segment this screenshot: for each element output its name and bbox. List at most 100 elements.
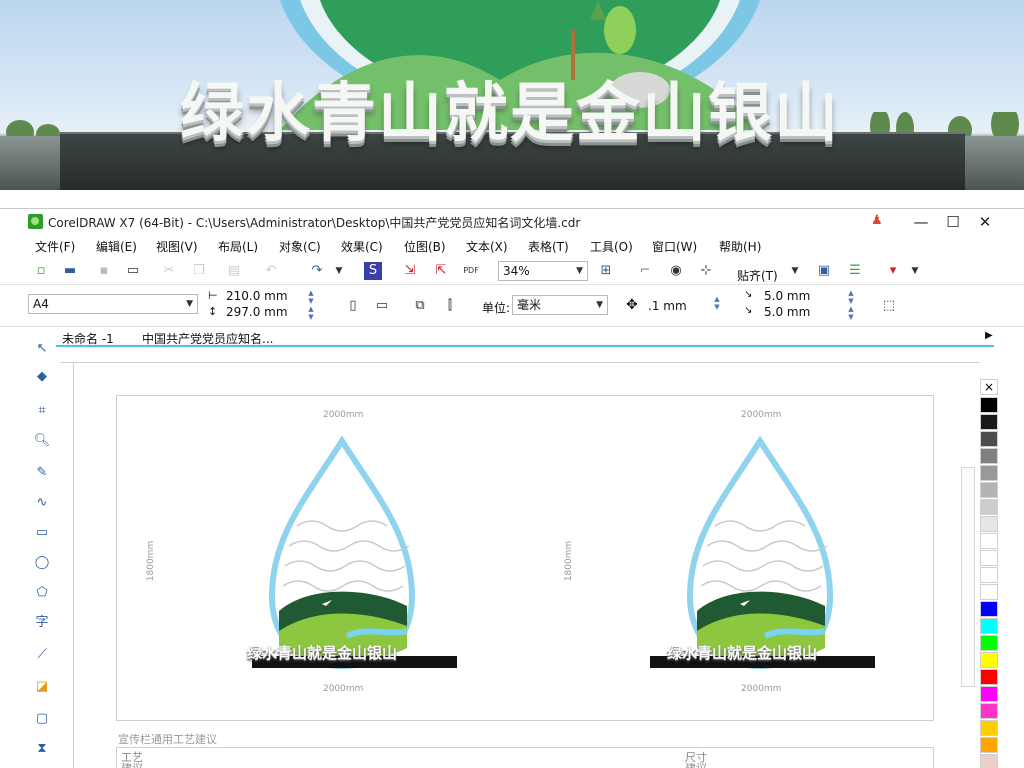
color-swatch[interactable] [980, 635, 998, 651]
show-guidelines-icon[interactable]: ⊹ [697, 262, 715, 280]
redo-dropdown-icon[interactable]: ▼ [330, 262, 348, 280]
color-swatch[interactable] [980, 584, 998, 600]
redo-icon[interactable]: ↷ [308, 262, 326, 280]
color-swatch[interactable] [980, 482, 998, 498]
menu-table[interactable]: 表格(T) [528, 238, 569, 255]
tab-scroll-right-icon[interactable]: ▶ [985, 330, 993, 341]
color-swatch[interactable] [980, 754, 998, 768]
menu-edit[interactable]: 编辑(E) [96, 238, 137, 255]
color-swatch[interactable] [980, 703, 998, 719]
options-dropdown-icon[interactable]: ▼ [906, 262, 924, 280]
color-swatch[interactable] [980, 499, 998, 515]
options-icon[interactable]: ▾ [884, 262, 902, 280]
color-swatch[interactable] [980, 652, 998, 668]
no-fill-swatch[interactable]: × [980, 379, 998, 395]
application-launcher-icon[interactable]: ☰ [846, 262, 864, 280]
color-swatch[interactable] [980, 567, 998, 583]
color-swatch[interactable] [980, 465, 998, 481]
polygon-tool-icon[interactable]: ⬠ [32, 583, 52, 603]
copy-icon[interactable]: ❐ [190, 262, 208, 280]
export-icon[interactable]: ⇱ [432, 262, 450, 280]
open-folder-icon[interactable]: ▬ [61, 262, 79, 280]
height-stepper-icon[interactable]: ▲ ▼ [306, 305, 316, 321]
show-rulers-icon[interactable]: ⌐ [636, 262, 654, 280]
color-swatch[interactable] [980, 669, 998, 685]
page-size-select[interactable]: A4 ▼ [28, 294, 198, 314]
color-swatch[interactable] [980, 448, 998, 464]
vertical-ruler[interactable] [60, 363, 74, 768]
save-icon[interactable]: ▪ [95, 262, 113, 280]
color-swatch[interactable] [980, 601, 998, 617]
color-swatch[interactable] [980, 618, 998, 634]
page-height-field[interactable]: 297.0 mm [226, 305, 288, 319]
interactive-fill-icon[interactable]: ◪ [32, 677, 52, 697]
duplicate-distance-x-field[interactable]: 5.0 mm [764, 289, 810, 303]
width-stepper-icon[interactable]: ▲ ▼ [306, 289, 316, 305]
color-swatch[interactable] [980, 397, 998, 413]
import-icon[interactable]: ⇲ [401, 262, 419, 280]
zoom-level-select[interactable]: 34% ▼ [498, 261, 588, 281]
search-content-icon[interactable]: S [364, 262, 382, 280]
menu-effects[interactable]: 效果(C) [341, 238, 383, 255]
new-document-icon[interactable]: ▫ [32, 262, 50, 280]
menu-text[interactable]: 文本(X) [466, 238, 508, 255]
all-pages-icon[interactable]: ⧉ [411, 297, 429, 315]
undo-icon[interactable]: ↶ [262, 262, 280, 280]
print-icon[interactable]: ▭ [124, 262, 142, 280]
color-swatch[interactable] [980, 431, 998, 447]
vertical-scrollbar[interactable] [961, 467, 975, 687]
page-width-field[interactable]: 210.0 mm [226, 289, 288, 303]
crop-tool-icon[interactable]: ⌗ [32, 401, 52, 421]
zoom-tool-icon[interactable]: 🔍︎ [32, 431, 52, 451]
menu-bitmaps[interactable]: 位图(B) [404, 238, 446, 255]
transparency-tool-icon[interactable]: ▢ [32, 709, 52, 729]
user-icon[interactable]: ♟ [871, 213, 885, 229]
maximize-button[interactable]: ☐ [940, 211, 966, 233]
duplicate-distance-y-field[interactable]: 5.0 mm [764, 305, 810, 319]
color-swatch[interactable] [980, 737, 998, 753]
freehand-tool-icon[interactable]: ✎ [32, 463, 52, 483]
color-swatch[interactable] [980, 686, 998, 702]
dimension-tool-icon[interactable]: ⟋ [32, 645, 52, 665]
welcome-screen-icon[interactable]: ▣ [815, 262, 833, 280]
menu-help[interactable]: 帮助(H) [719, 238, 761, 255]
rectangle-tool-icon[interactable]: ▭ [32, 523, 52, 543]
color-swatch[interactable] [980, 414, 998, 430]
publish-pdf-icon[interactable]: PDF [462, 262, 480, 280]
menu-tools[interactable]: 工具(O) [590, 238, 633, 255]
color-swatch[interactable] [980, 516, 998, 532]
color-swatch[interactable] [980, 720, 998, 736]
units-options-icon[interactable]: ⬚ [880, 297, 898, 315]
full-screen-icon[interactable]: ⊞ [597, 262, 615, 280]
text-tool-icon[interactable]: 字 [32, 613, 52, 633]
units-select[interactable]: 毫米 ▼ [512, 295, 608, 315]
shape-tool-icon[interactable]: ◆ [32, 367, 52, 387]
nudge-stepper-icon[interactable]: ▲ ▼ [712, 295, 722, 311]
menu-object[interactable]: 对象(C) [279, 238, 321, 255]
nudge-distance-field[interactable]: .1 mm [648, 299, 687, 313]
drawing-canvas[interactable]: 2000mm 2000mm 1800mm 2000mm 2000mm 1800m… [76, 363, 976, 768]
menu-window[interactable]: 窗口(W) [652, 238, 697, 255]
cut-icon[interactable]: ✂ [160, 262, 178, 280]
snap-dropdown-icon[interactable]: ▼ [786, 262, 804, 280]
artistic-media-icon[interactable]: ∿ [32, 493, 52, 513]
close-button[interactable]: ✕ [972, 211, 998, 233]
portrait-icon[interactable]: ▯ [344, 297, 362, 315]
color-swatch[interactable] [980, 533, 998, 549]
snap-to-label[interactable]: 贴齐(T) [737, 267, 778, 284]
show-grid-icon[interactable]: ◉ [667, 262, 685, 280]
dup-y-stepper-icon[interactable]: ▲ ▼ [846, 305, 856, 321]
paste-icon[interactable]: ▤ [225, 262, 243, 280]
landscape-icon[interactable]: ▭ [373, 297, 391, 315]
document-page[interactable]: 2000mm 2000mm 1800mm 2000mm 2000mm 1800m… [116, 395, 934, 721]
ellipse-tool-icon[interactable]: ◯ [32, 553, 52, 573]
horizontal-ruler[interactable] [60, 349, 980, 363]
dup-x-stepper-icon[interactable]: ▲ ▼ [846, 289, 856, 305]
eyedropper-tool-icon[interactable]: ⧗ [32, 739, 52, 759]
menu-layout[interactable]: 布局(L) [218, 238, 258, 255]
menu-file[interactable]: 文件(F) [35, 238, 75, 255]
color-swatch[interactable] [980, 550, 998, 566]
menu-view[interactable]: 视图(V) [156, 238, 198, 255]
current-page-icon[interactable]: ⫿ [441, 297, 459, 315]
minimize-button[interactable]: — [908, 211, 934, 233]
